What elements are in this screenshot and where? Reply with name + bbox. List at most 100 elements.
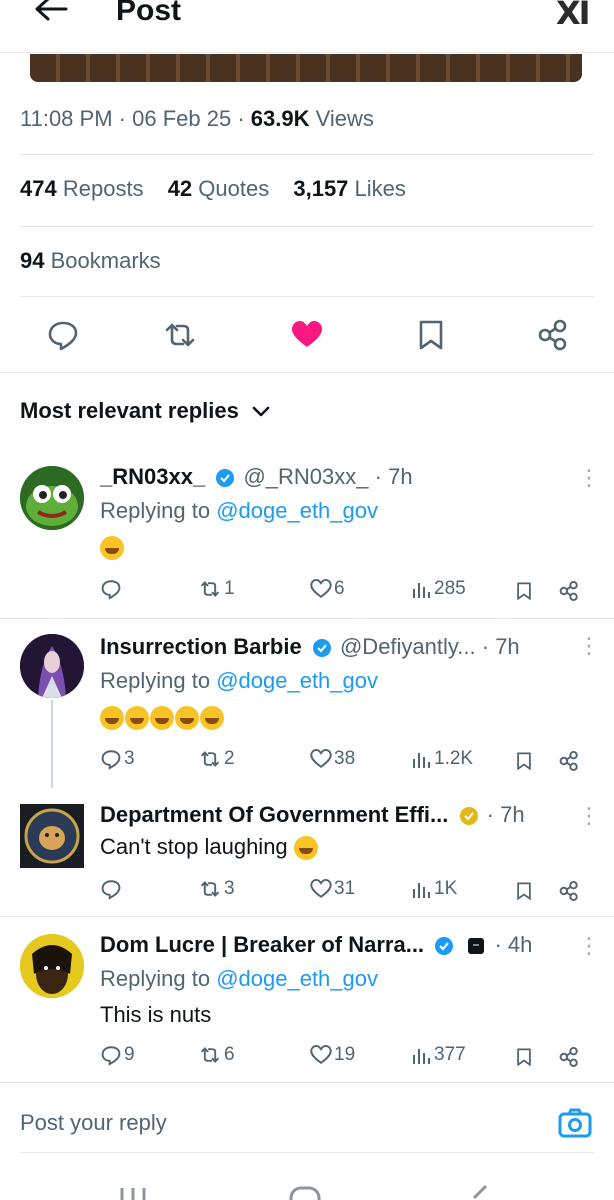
- post-action-bar: [0, 300, 614, 372]
- laughing-emoji-icon: [200, 706, 224, 731]
- display-name[interactable]: Department Of Government Effi...: [100, 802, 448, 827]
- view-count[interactable]: 1.2K: [412, 748, 473, 770]
- handle[interactable]: @_RN03xx_: [243, 464, 368, 489]
- repost-count[interactable]: 3: [198, 878, 235, 900]
- verified-badge-icon: [435, 937, 454, 956]
- back-nav-icon[interactable]: [466, 1184, 490, 1200]
- avatar[interactable]: [20, 466, 84, 530]
- engagement-stats: 474 Reposts 42 Quotes 3,157 Likes: [20, 176, 424, 202]
- handle[interactable]: @Defiyantly...: [340, 634, 476, 659]
- reply-item[interactable]: Department Of Government Effi... · 7h ⋮ …: [0, 790, 614, 914]
- reply-icon: [101, 580, 121, 600]
- home-icon[interactable]: [288, 1184, 322, 1200]
- share-icon[interactable]: [558, 880, 580, 902]
- more-options-icon[interactable]: ⋮: [578, 467, 600, 489]
- back-arrow-icon[interactable]: [30, 0, 70, 26]
- share-icon[interactable]: [558, 1046, 580, 1068]
- view-count[interactable]: 377: [412, 1044, 466, 1066]
- repost-icon: [200, 581, 220, 597]
- post-date: 06 Feb 25: [132, 106, 232, 131]
- laughing-emoji-icon: [150, 706, 174, 731]
- avatar[interactable]: [20, 634, 84, 698]
- recent-apps-icon[interactable]: [118, 1184, 148, 1200]
- display-name[interactable]: _RN03xx_: [100, 464, 205, 489]
- rofl-emoji-icon: [100, 536, 124, 561]
- chevron-down-icon: [252, 406, 270, 417]
- mention-link[interactable]: @doge_eth_gov: [216, 966, 378, 991]
- reply-metrics: 9 6 19 377: [100, 1044, 590, 1074]
- share-icon[interactable]: [558, 750, 580, 772]
- reply-item[interactable]: Insurrection Barbie @Defiyantly... · 7h …: [0, 620, 614, 790]
- reply-item[interactable]: _RN03xx_ @_RN03xx_ · 7h ⋮ Replying to @d…: [0, 450, 614, 618]
- header-divider: [0, 52, 614, 53]
- avatar[interactable]: [20, 934, 84, 998]
- views-icon: [413, 1049, 430, 1064]
- repost-count[interactable]: 1: [198, 578, 235, 600]
- repost-icon: [200, 1047, 220, 1063]
- more-options-icon[interactable]: ⋮: [578, 635, 600, 657]
- reply-text: Can't stop laughing: [100, 834, 319, 861]
- divider: [20, 226, 594, 227]
- mention-link[interactable]: @doge_eth_gov: [216, 668, 378, 693]
- share-icon[interactable]: [558, 580, 580, 602]
- page-title: Post: [116, 0, 182, 27]
- rofl-emoji-icon: [125, 706, 149, 731]
- more-options-icon[interactable]: ⋮: [578, 805, 600, 827]
- reply-count[interactable]: [100, 578, 124, 600]
- views-label: Views: [315, 106, 374, 131]
- bookmarks-stat[interactable]: 94 Bookmarks: [20, 248, 161, 274]
- reply-count[interactable]: 9: [100, 1044, 135, 1066]
- reply-sort-dropdown[interactable]: Most relevant replies: [20, 398, 271, 424]
- more-options-icon[interactable]: ⋮: [578, 935, 600, 957]
- quotes-stat[interactable]: 42 Quotes: [168, 176, 270, 201]
- repost-icon[interactable]: [163, 318, 197, 352]
- like-count[interactable]: 6: [310, 578, 345, 600]
- reply-text: [100, 704, 225, 731]
- share-icon[interactable]: [536, 318, 570, 352]
- view-count[interactable]: 1K: [412, 878, 457, 900]
- top-bar: Post XI: [0, 0, 614, 54]
- like-count[interactable]: 19: [310, 1044, 355, 1066]
- mention-link[interactable]: @doge_eth_gov: [216, 498, 378, 523]
- bookmark-icon[interactable]: [514, 1046, 534, 1068]
- bookmark-icon[interactable]: [514, 880, 534, 902]
- reply-count[interactable]: 3: [100, 748, 135, 770]
- like-count[interactable]: 38: [310, 748, 355, 770]
- timestamp: 7h: [495, 634, 520, 659]
- laughing-emoji-icon: [100, 706, 124, 731]
- timestamp: 4h: [507, 932, 533, 957]
- system-nav-bar: [0, 1158, 614, 1200]
- verified-badge-icon: [312, 639, 331, 658]
- x-logo[interactable]: XI: [556, 0, 591, 32]
- reposts-stat[interactable]: 474 Reposts: [20, 176, 144, 201]
- post-image[interactable]: [30, 54, 582, 82]
- reply-compose-bar: Post your reply: [0, 1082, 614, 1158]
- camera-icon[interactable]: [557, 1106, 593, 1140]
- reply-icon: [101, 750, 121, 770]
- avatar[interactable]: [20, 804, 84, 868]
- like-count[interactable]: 31: [310, 878, 355, 900]
- views-icon: [413, 583, 430, 598]
- reply-icon: [101, 1046, 121, 1066]
- display-name[interactable]: Dom Lucre | Breaker of Narra...: [100, 932, 424, 957]
- bookmark-icon[interactable]: [514, 750, 534, 772]
- repost-count[interactable]: 6: [198, 1044, 235, 1066]
- reply-item[interactable]: Dom Lucre | Breaker of Narra... · 4h ⋮ R…: [0, 918, 614, 1082]
- rofl-emoji-icon: [293, 836, 318, 861]
- like-icon[interactable]: [290, 318, 324, 352]
- views-count: 63.9K: [250, 106, 310, 131]
- repost-count[interactable]: 2: [198, 748, 235, 770]
- display-name[interactable]: Insurrection Barbie: [100, 634, 302, 659]
- reply-count[interactable]: [100, 878, 124, 900]
- verified-badge-icon: [216, 469, 235, 488]
- repost-icon: [200, 751, 220, 767]
- reply-input[interactable]: Post your reply: [20, 1110, 167, 1136]
- divider: [0, 916, 614, 917]
- reply-icon[interactable]: [46, 318, 80, 352]
- view-count[interactable]: 285: [412, 578, 466, 600]
- bookmark-icon[interactable]: [414, 318, 448, 352]
- likes-stat[interactable]: 3,157 Likes: [293, 176, 406, 201]
- divider: [0, 618, 614, 619]
- heart-icon: [310, 748, 332, 768]
- bookmark-icon[interactable]: [514, 580, 534, 602]
